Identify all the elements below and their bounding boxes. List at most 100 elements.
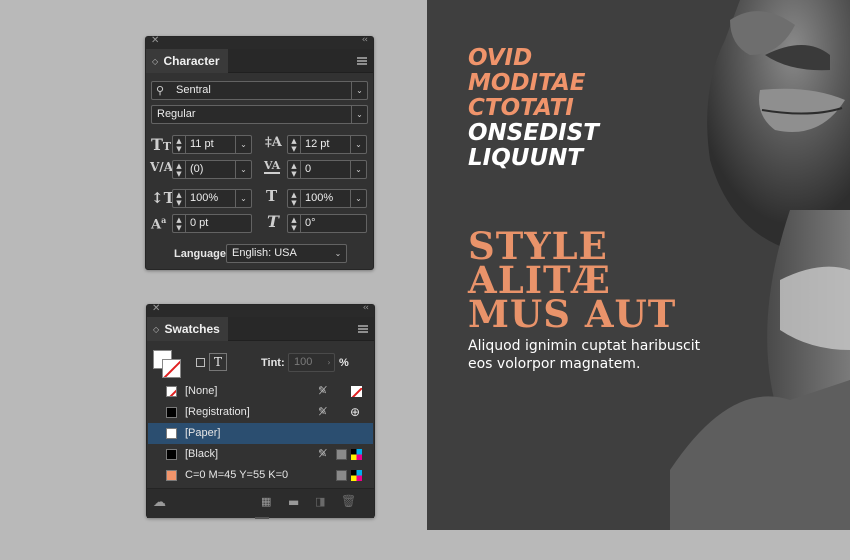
chevron-down-icon[interactable]: ⌄ bbox=[350, 190, 366, 207]
chevron-down-icon[interactable]: ⌄ bbox=[350, 136, 366, 153]
collapse-icon[interactable]: ‹‹ bbox=[363, 303, 369, 313]
panel-title-bar: ✕ ‹‹ bbox=[147, 303, 374, 317]
non-editable-icon: ✎̸ bbox=[318, 385, 328, 397]
swatch-chip bbox=[166, 449, 177, 460]
chevron-down-icon[interactable]: ⌄ bbox=[235, 161, 251, 178]
stepper-icon[interactable]: ▲ ▼ bbox=[173, 136, 186, 153]
font-size-field[interactable]: ▲ ▼ 11 pt ⌄ bbox=[172, 135, 252, 154]
swatch-name: [Black] bbox=[185, 448, 219, 460]
body-line: eos volorpor magnatem. bbox=[468, 356, 641, 372]
language-value: English: USA bbox=[232, 247, 297, 259]
tint-field[interactable]: 100 › bbox=[288, 353, 335, 372]
headline-line: MODITAE bbox=[468, 70, 586, 96]
panel-tab-row: ◇ Character bbox=[146, 49, 373, 73]
tint-value: 100 bbox=[294, 356, 313, 368]
swatch-chip bbox=[166, 386, 177, 397]
trash-icon[interactable]: 🗑 bbox=[341, 494, 356, 508]
close-icon[interactable]: ✕ bbox=[152, 303, 160, 314]
chevron-down-icon[interactable]: ⌄ bbox=[351, 82, 367, 99]
leading-value: 12 pt bbox=[305, 138, 330, 150]
swatch-row-registration[interactable]: [Registration] ✎̸ ⊕ bbox=[148, 402, 373, 423]
font-size-icon: TT bbox=[151, 135, 172, 154]
font-style-field[interactable]: Regular ⌄ bbox=[151, 105, 368, 124]
portrait-photo bbox=[670, 0, 850, 530]
skew-icon: T bbox=[267, 212, 279, 231]
resize-handle[interactable] bbox=[255, 517, 269, 519]
swatch-row-orange[interactable]: C=0 M=45 Y=55 K=0 bbox=[148, 465, 373, 486]
tracking-field[interactable]: ▲ ▼ 0 ⌄ bbox=[287, 160, 367, 179]
headline-line: CTOTATI bbox=[468, 95, 574, 121]
close-icon[interactable]: ✕ bbox=[151, 35, 159, 46]
cmyk-mode-icon bbox=[351, 449, 362, 460]
fill-stroke-proxy[interactable] bbox=[153, 350, 181, 378]
baseline-shift-value: 0 pt bbox=[190, 217, 209, 229]
font-family-value: Sentral bbox=[176, 84, 211, 96]
panel-title-bar: ✕ ‹‹ bbox=[146, 35, 373, 49]
chevron-right-icon[interactable]: › bbox=[324, 354, 334, 371]
stepper-icon[interactable]: ▲ ▼ bbox=[288, 161, 301, 178]
swatch-name: [Paper] bbox=[185, 427, 221, 439]
swatch-chip bbox=[166, 407, 177, 418]
tab-expand-icon: ◇ bbox=[153, 325, 160, 334]
tab-expand-icon: ◇ bbox=[152, 57, 159, 66]
formatting-text-icon[interactable]: T bbox=[209, 353, 227, 371]
language-select[interactable]: English: USA ⌄ bbox=[226, 244, 347, 263]
swatch-row-paper[interactable]: [Paper] bbox=[148, 423, 373, 444]
stepper-icon[interactable]: ▲ ▼ bbox=[288, 190, 301, 207]
new-swatch-icon[interactable]: ◨ bbox=[315, 495, 325, 508]
baseline-shift-field[interactable]: ▲ ▼ 0 pt bbox=[172, 214, 252, 233]
swatch-row-black[interactable]: [Black] ✎̸ bbox=[148, 444, 373, 465]
collapse-icon[interactable]: ‹‹ bbox=[362, 35, 368, 45]
panel-menu-icon[interactable] bbox=[358, 325, 368, 333]
cc-libraries-icon[interactable]: ☁ bbox=[153, 495, 166, 510]
tint-unit: % bbox=[339, 357, 349, 369]
font-style-value: Regular bbox=[157, 108, 196, 120]
swatch-chip bbox=[166, 470, 177, 481]
skew-field[interactable]: ▲ ▼ 0° bbox=[287, 214, 367, 233]
portrait-illustration bbox=[670, 0, 850, 530]
body-line: Aliquod ignimin cuptat haribuscit bbox=[468, 338, 701, 354]
stepper-icon[interactable]: ▲ ▼ bbox=[173, 161, 186, 178]
stepper-icon[interactable]: ▲ ▼ bbox=[288, 215, 301, 232]
process-color-icon bbox=[336, 449, 347, 460]
swatch-name: C=0 M=45 Y=55 K=0 bbox=[185, 469, 289, 481]
font-family-field[interactable]: ⚲ Sentral ⌄ bbox=[151, 81, 368, 100]
leading-field[interactable]: ▲ ▼ 12 pt ⌄ bbox=[287, 135, 367, 154]
registration-icon: ⊕ bbox=[350, 405, 361, 419]
headline-line: LIQUUNT bbox=[468, 145, 584, 171]
stroke-swatch[interactable] bbox=[162, 359, 181, 378]
none-color-icon bbox=[351, 386, 362, 397]
chevron-down-icon[interactable]: ⌄ bbox=[350, 161, 366, 178]
none-slash-icon bbox=[163, 360, 180, 377]
headline-line: ONSEDIST bbox=[468, 120, 599, 146]
kerning-value: (0) bbox=[190, 163, 204, 175]
horizontal-scale-field[interactable]: ▲ ▼ 100% ⌄ bbox=[287, 189, 367, 208]
chevron-down-icon[interactable]: ⌄ bbox=[351, 106, 367, 123]
swatch-chip bbox=[166, 428, 177, 439]
tab-swatches[interactable]: ◇ Swatches bbox=[147, 317, 228, 341]
vertical-scale-field[interactable]: ▲ ▼ 100% ⌄ bbox=[172, 189, 252, 208]
stepper-icon[interactable]: ▲ ▼ bbox=[173, 190, 186, 207]
non-editable-icon: ✎̸ bbox=[318, 406, 328, 418]
show-swatch-views-icon[interactable]: ▦ bbox=[261, 495, 271, 508]
tab-character[interactable]: ◇ Character bbox=[146, 49, 228, 73]
cmyk-mode-icon bbox=[351, 470, 362, 481]
chevron-down-icon[interactable]: ⌄ bbox=[330, 245, 346, 262]
panel-tab-row: ◇ Swatches bbox=[147, 317, 374, 341]
language-label: Language: bbox=[174, 248, 230, 260]
panel-menu-icon[interactable] bbox=[357, 57, 367, 65]
tracking-icon: VA bbox=[264, 159, 281, 174]
none-slash-icon bbox=[169, 389, 176, 396]
chevron-down-icon[interactable]: ⌄ bbox=[235, 136, 251, 153]
stepper-icon[interactable]: ▲ ▼ bbox=[173, 215, 186, 232]
stepper-icon[interactable]: ▲ ▼ bbox=[288, 136, 301, 153]
headline-line: OVID bbox=[468, 45, 533, 71]
chevron-down-icon[interactable]: ⌄ bbox=[235, 190, 251, 207]
swatch-name: [Registration] bbox=[185, 406, 250, 418]
swatch-row-none[interactable]: [None] ✎̸ bbox=[148, 381, 373, 402]
new-group-folder-icon[interactable]: ▬ bbox=[288, 495, 299, 509]
formatting-container-icon[interactable] bbox=[196, 358, 205, 367]
tab-label: Swatches bbox=[164, 322, 220, 336]
kerning-field[interactable]: ▲ ▼ (0) ⌄ bbox=[172, 160, 252, 179]
vertical-scale-value: 100% bbox=[190, 192, 219, 204]
